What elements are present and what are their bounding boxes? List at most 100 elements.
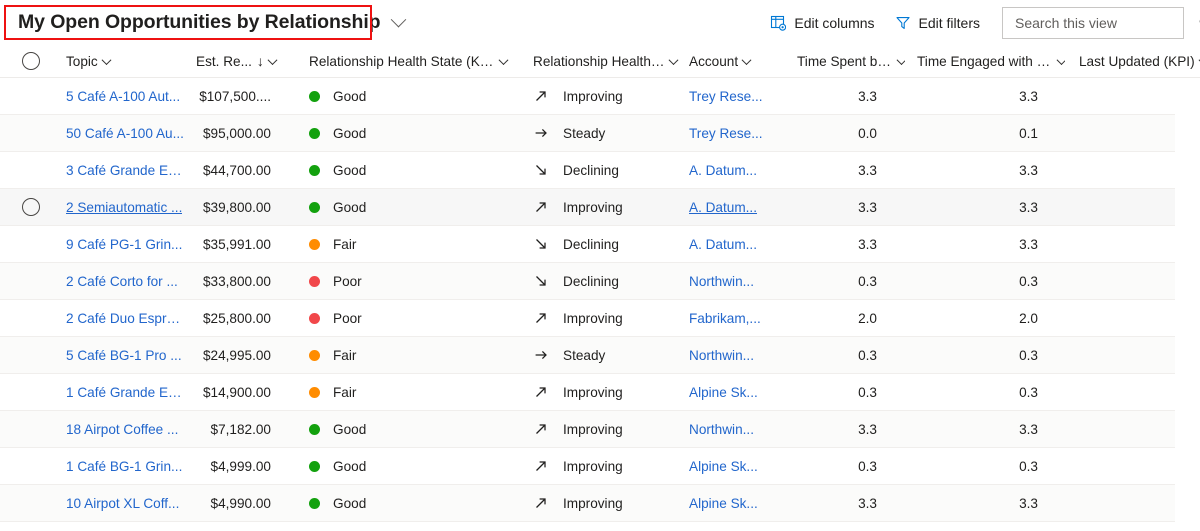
cell-time-spent: 0.3: [785, 274, 905, 289]
topic-link[interactable]: 18 Airpot Coffee ...: [66, 422, 178, 437]
health-status-dot-icon: [309, 461, 320, 472]
cell-topic: 18 Airpot Coffee ...: [62, 422, 192, 437]
cell-account: Trey Rese...: [685, 126, 785, 141]
topic-link[interactable]: 1 Café Grande Es...: [66, 385, 184, 400]
time-spent-value: 3.3: [858, 163, 877, 178]
account-link[interactable]: A. Datum...: [689, 163, 757, 178]
time-engaged-value: 3.3: [1019, 422, 1038, 437]
edit-filters-button[interactable]: Edit filters: [885, 7, 990, 39]
cell-relationship-health-trend: Declining: [515, 274, 685, 289]
table-row[interactable]: 5 Café A-100 Aut...$107,500....GoodImpro…: [0, 78, 1175, 115]
time-spent-value: 0.3: [858, 274, 877, 289]
account-link[interactable]: Northwin...: [689, 348, 754, 363]
row-select-cell[interactable]: [0, 161, 62, 179]
table-row[interactable]: 1 Café Grande Es...$14,900.00FairImprovi…: [0, 374, 1175, 411]
table-row[interactable]: 5 Café BG-1 Pro ...$24,995.00FairSteadyN…: [0, 337, 1175, 374]
column-header-topic[interactable]: Topic: [62, 54, 192, 69]
topic-link[interactable]: 5 Café A-100 Aut...: [66, 89, 180, 104]
chevron-down-icon: [499, 55, 509, 65]
row-select-cell[interactable]: [0, 346, 62, 364]
topic-link[interactable]: 2 Café Duo Espre...: [66, 311, 184, 326]
arrow-down-right-icon: [533, 163, 548, 177]
table-row[interactable]: 2 Café Corto for ...$33,800.00PoorDeclin…: [0, 263, 1175, 300]
column-header-est-revenue[interactable]: Est. Re... ↓: [192, 54, 285, 69]
table-row[interactable]: 10 Airpot XL Coff...$4,990.00GoodImprovi…: [0, 485, 1175, 522]
cell-time-engaged: 2.0: [905, 311, 1065, 326]
topic-link[interactable]: 3 Café Grande Es...: [66, 163, 184, 178]
grid-header-row: Topic Est. Re... ↓ Relationship Health S…: [0, 45, 1200, 78]
row-select-cell[interactable]: [0, 272, 62, 290]
row-select-cell[interactable]: [0, 420, 62, 438]
account-link[interactable]: Northwin...: [689, 274, 754, 289]
view-selector[interactable]: My Open Opportunities by Relationship: [18, 8, 404, 38]
time-engaged-value: 0.1: [1019, 126, 1038, 141]
column-header-last-updated[interactable]: Last Updated (KPI): [1065, 54, 1200, 69]
row-select-placeholder: [22, 309, 40, 327]
table-row[interactable]: 2 Semiautomatic ...$39,800.00GoodImprovi…: [0, 189, 1175, 226]
row-select-cell[interactable]: [0, 383, 62, 401]
column-header-time-engaged[interactable]: Time Engaged with Cust...: [905, 54, 1065, 69]
row-select-cell[interactable]: [0, 494, 62, 512]
cell-relationship-health-trend: Improving: [515, 459, 685, 474]
row-select-cell[interactable]: [0, 235, 62, 253]
edit-columns-button[interactable]: Edit columns: [760, 7, 884, 39]
health-status-dot-icon: [309, 276, 320, 287]
topic-link[interactable]: 50 Café A-100 Au...: [66, 126, 184, 141]
health-status-label: Good: [333, 89, 366, 104]
topic-link[interactable]: 2 Semiautomatic ...: [66, 200, 182, 215]
cell-relationship-health-trend: Improving: [515, 200, 685, 215]
row-select-cell[interactable]: [0, 87, 62, 105]
account-link[interactable]: Alpine Sk...: [689, 459, 758, 474]
table-row[interactable]: 2 Café Duo Espre...$25,800.00PoorImprovi…: [0, 300, 1175, 337]
account-link[interactable]: Northwin...: [689, 422, 754, 437]
time-spent-value: 2.0: [858, 311, 877, 326]
est-revenue-value: $35,991.00: [203, 237, 271, 252]
cell-relationship-health-trend: Steady: [515, 126, 685, 141]
cell-topic: 9 Café PG-1 Grin...: [62, 237, 192, 252]
table-row[interactable]: 1 Café BG-1 Grin...$4,999.00GoodImprovin…: [0, 448, 1175, 485]
search-box[interactable]: [1002, 7, 1184, 39]
table-row[interactable]: 50 Café A-100 Au...$95,000.00GoodSteadyT…: [0, 115, 1175, 152]
account-link[interactable]: Trey Rese...: [689, 126, 763, 141]
column-header-time-spent[interactable]: Time Spent by T...: [785, 54, 905, 69]
health-status-dot-icon: [309, 350, 320, 361]
cell-time-engaged: 3.3: [905, 422, 1065, 437]
cell-est-revenue: $39,800.00: [192, 200, 285, 215]
account-link[interactable]: A. Datum...: [689, 200, 757, 215]
column-header-relationship-health-state[interactable]: Relationship Health State (KPI): [285, 54, 515, 69]
topic-link[interactable]: 5 Café BG-1 Pro ...: [66, 348, 182, 363]
table-row[interactable]: 3 Café Grande Es...$44,700.00GoodDeclini…: [0, 152, 1175, 189]
cell-relationship-health-trend: Improving: [515, 311, 685, 326]
row-select-cell[interactable]: [0, 457, 62, 475]
cell-relationship-health-trend: Improving: [515, 422, 685, 437]
account-link[interactable]: Trey Rese...: [689, 89, 763, 104]
row-select-cell[interactable]: [0, 124, 62, 142]
account-link[interactable]: Alpine Sk...: [689, 385, 758, 400]
account-link[interactable]: Fabrikam,...: [689, 311, 761, 326]
time-engaged-value: 0.3: [1019, 385, 1038, 400]
select-all-circle-icon[interactable]: [22, 52, 40, 70]
cell-relationship-health-state: Good: [285, 163, 515, 178]
column-header-account[interactable]: Account: [685, 54, 785, 69]
row-select-circle-icon[interactable]: [22, 198, 40, 216]
trend-label: Improving: [563, 385, 623, 400]
time-engaged-value: 0.3: [1019, 459, 1038, 474]
search-input[interactable]: [1013, 14, 1198, 32]
account-link[interactable]: Alpine Sk...: [689, 496, 758, 511]
row-select-cell[interactable]: [0, 198, 62, 216]
select-all-header[interactable]: [0, 52, 62, 70]
column-header-relationship-health-trend[interactable]: Relationship Health ...: [515, 54, 685, 69]
topic-link[interactable]: 2 Café Corto for ...: [66, 274, 178, 289]
topic-link[interactable]: 1 Café BG-1 Grin...: [66, 459, 182, 474]
row-select-cell[interactable]: [0, 309, 62, 327]
topic-link[interactable]: 10 Airpot XL Coff...: [66, 496, 179, 511]
topic-link[interactable]: 9 Café PG-1 Grin...: [66, 237, 182, 252]
time-engaged-value: 3.3: [1019, 237, 1038, 252]
cell-account: Northwin...: [685, 422, 785, 437]
account-link[interactable]: A. Datum...: [689, 237, 757, 252]
cell-relationship-health-state: Good: [285, 459, 515, 474]
time-engaged-value: 0.3: [1019, 348, 1038, 363]
table-row[interactable]: 18 Airpot Coffee ...$7,182.00GoodImprovi…: [0, 411, 1175, 448]
table-row[interactable]: 9 Café PG-1 Grin...$35,991.00FairDeclini…: [0, 226, 1175, 263]
health-status-dot-icon: [309, 165, 320, 176]
